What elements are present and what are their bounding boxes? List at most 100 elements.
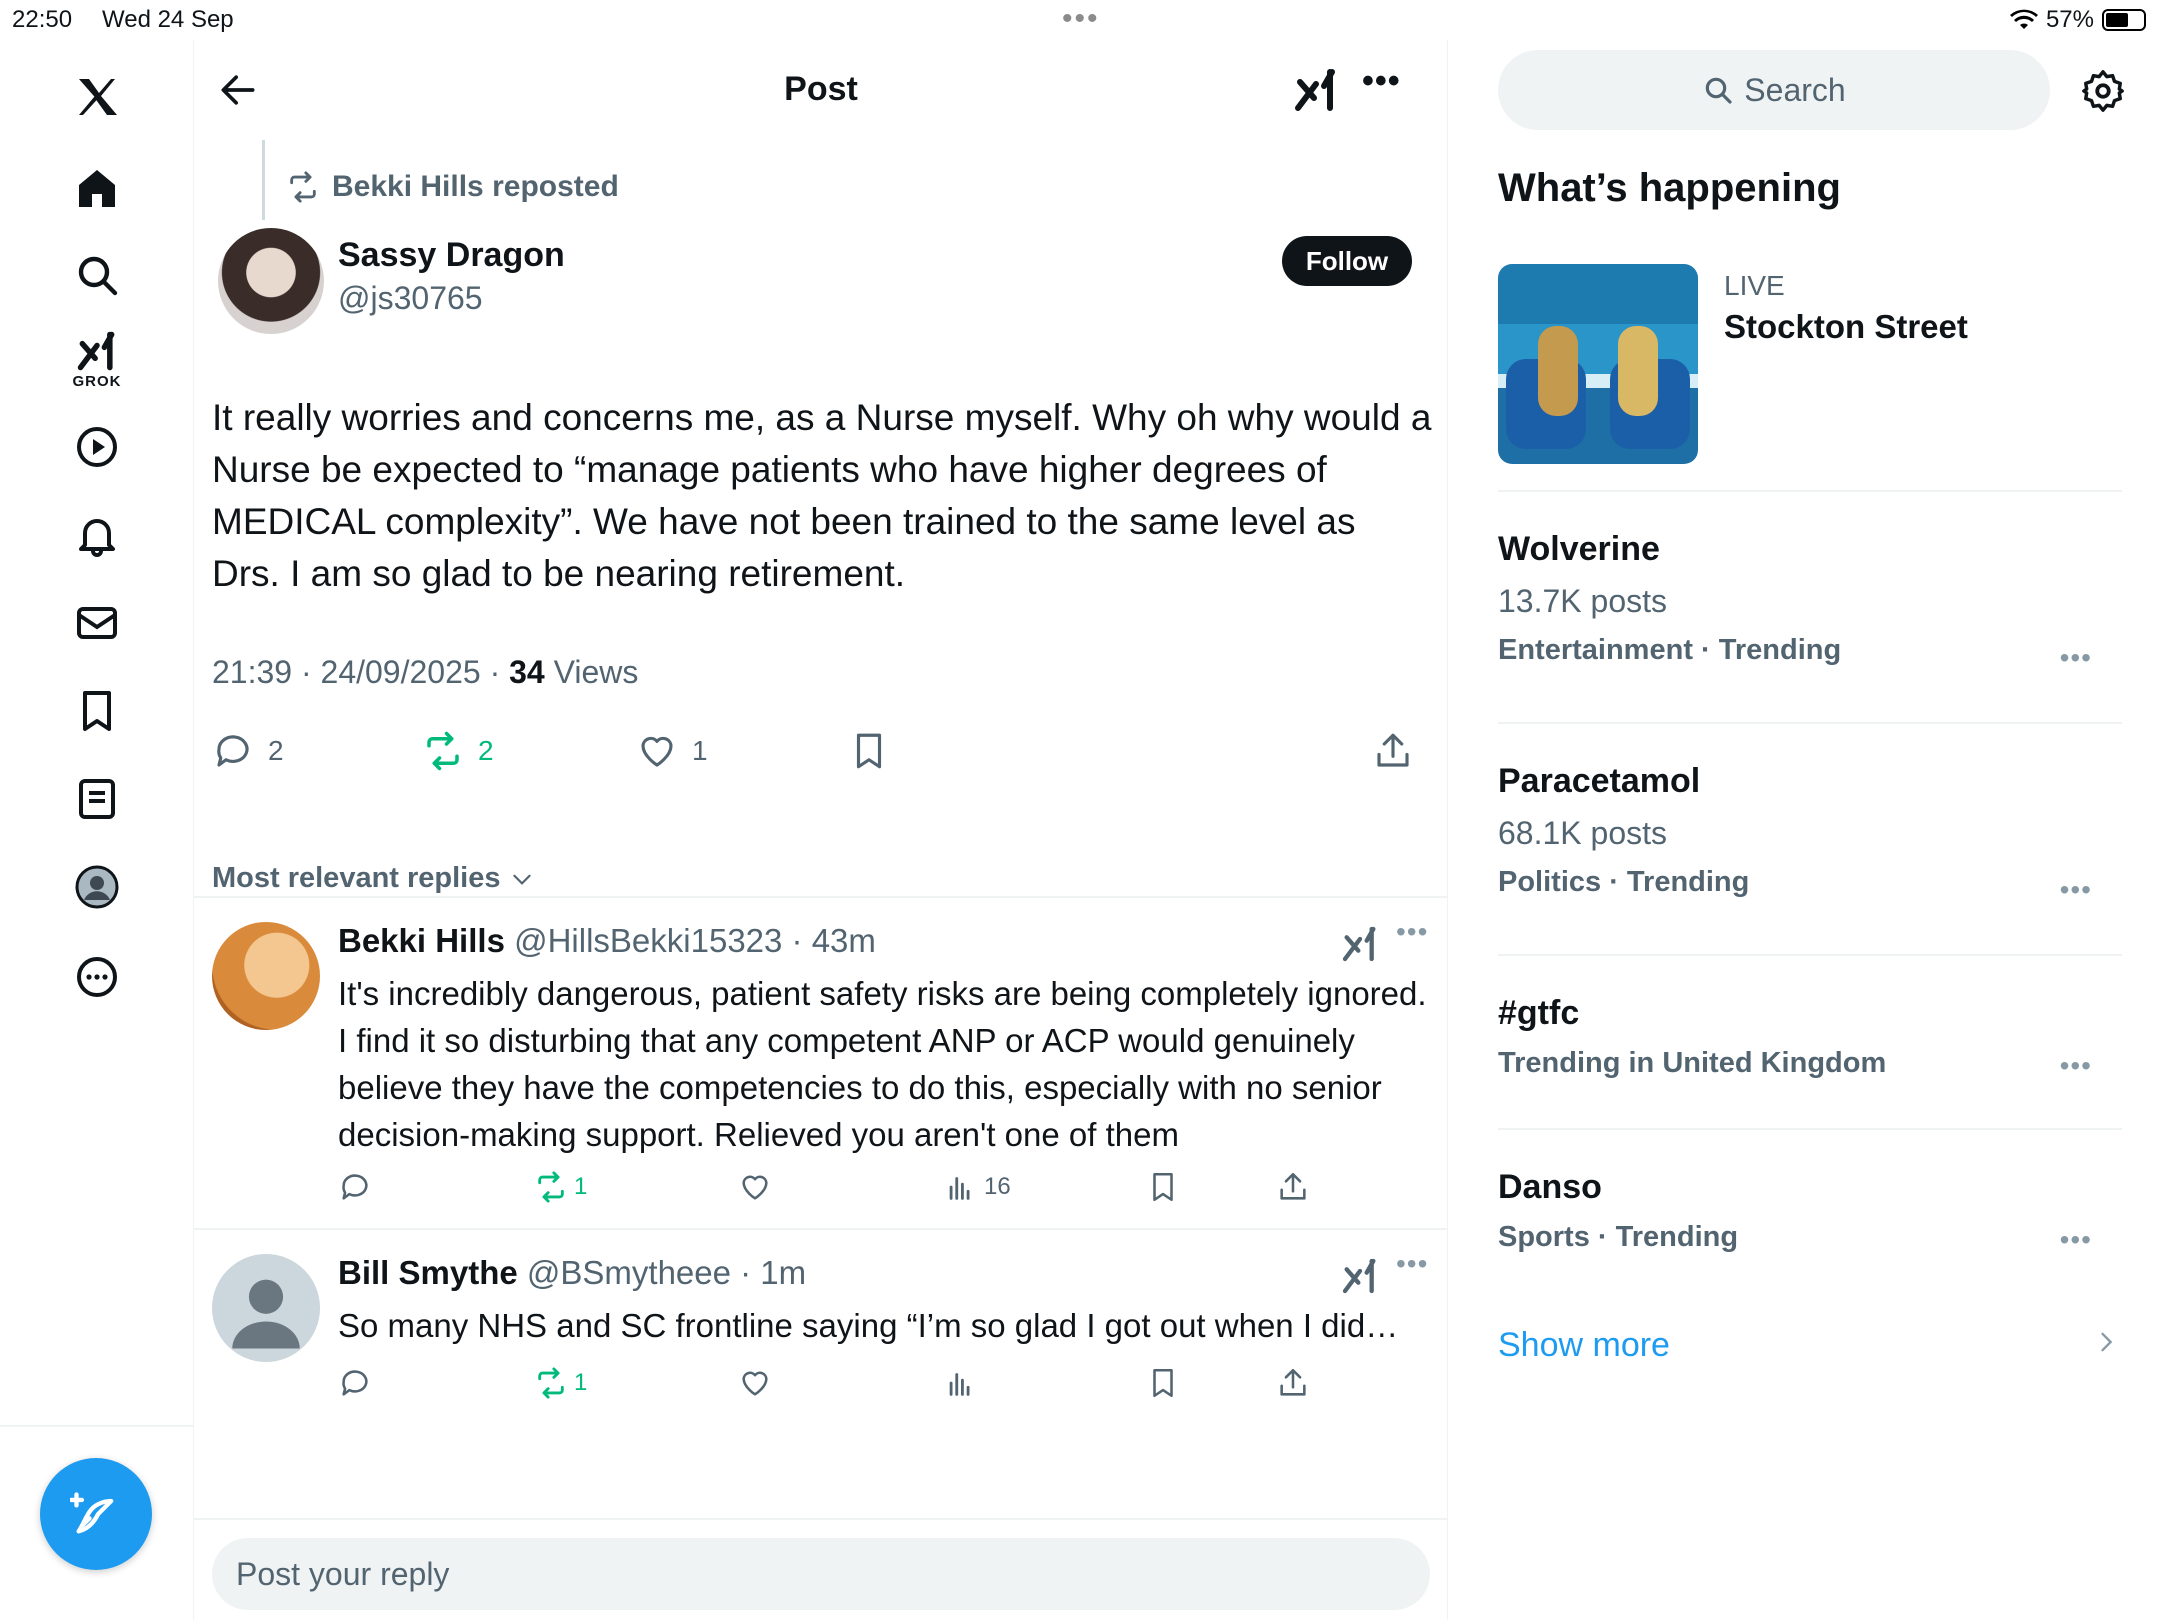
grok-icon[interactable] [1340, 1256, 1380, 1296]
compose-post-button[interactable] [40, 1458, 152, 1570]
bookmark-icon [1153, 1368, 1173, 1398]
follow-button[interactable]: Follow [1282, 236, 1412, 286]
share-action[interactable] [1372, 730, 1414, 772]
bookmark-action[interactable] [1146, 1366, 1180, 1400]
bookmark-action[interactable] [1146, 1170, 1180, 1204]
reply-bubble-icon [342, 1174, 368, 1200]
thread-connector [262, 140, 265, 220]
status-bar: 22:50 Wed 24 Sep ••• 57% [0, 0, 2160, 40]
trend-item[interactable]: #gtfc Trending in United Kingdom ••• [1498, 994, 2122, 1082]
status-date: Wed 24 Sep [102, 6, 234, 33]
share-action[interactable] [1276, 1366, 1310, 1400]
x-logo-icon[interactable] [62, 62, 132, 132]
reply-avatar[interactable] [212, 922, 320, 1030]
reply-action[interactable] [338, 1170, 372, 1204]
author-avatar[interactable] [218, 228, 324, 334]
live-event-title[interactable]: Stockton Street [1724, 308, 1968, 346]
reply-author-name[interactable]: Bill Smythe [338, 1254, 518, 1291]
reply-header: Bill Smythe @BSmytheee · 1m [338, 1254, 806, 1292]
lists-icon[interactable] [62, 764, 132, 834]
status-time: 22:50 [12, 6, 73, 33]
grok-icon[interactable] [1292, 66, 1340, 114]
trend-more-icon[interactable]: ••• [2060, 1224, 2092, 1256]
grok-icon[interactable] [1340, 924, 1380, 964]
trend-more-icon[interactable]: ••• [2060, 1050, 2092, 1082]
trend-more-icon[interactable]: ••• [2060, 874, 2092, 906]
repost-action[interactable]: 1 [534, 1170, 587, 1204]
like-action[interactable] [738, 1170, 772, 1204]
like-action[interactable] [738, 1366, 772, 1400]
post-detail-column: Post ••• Bekki Hills reposted Sassy Drag… [194, 40, 1448, 1620]
trend-more-icon[interactable]: ••• [2060, 642, 2092, 674]
show-more-link[interactable]: Show more [1498, 1326, 1670, 1365]
bookmark-icon [856, 733, 882, 769]
home-icon[interactable] [62, 154, 132, 224]
repost-icon [427, 731, 459, 771]
author-name[interactable]: Sassy Dragon [338, 236, 565, 275]
reply-avatar-default[interactable] [212, 1254, 320, 1362]
repost-action[interactable]: 1 [534, 1366, 587, 1400]
share-action[interactable] [1276, 1170, 1310, 1204]
live-event-thumbnail[interactable] [1498, 264, 1698, 464]
multitasking-dots-icon[interactable]: ••• [1062, 2, 1100, 36]
profile-avatar-icon[interactable] [62, 852, 132, 922]
video-play-icon[interactable] [62, 412, 132, 482]
post-header: Post ••• [194, 40, 1448, 140]
reply-action[interactable] [338, 1366, 372, 1400]
reply-action[interactable]: 2 [212, 730, 284, 772]
like-action[interactable]: 1 [636, 730, 708, 772]
bookmark-action[interactable] [848, 730, 890, 772]
reply-more-icon[interactable]: ••• [1396, 916, 1428, 948]
repost-icon [290, 171, 316, 203]
thumbnail-person-left [1538, 326, 1578, 416]
search-placeholder: Search [1744, 71, 1846, 108]
trend-item[interactable]: Wolverine 13.7K posts Entertainment · Tr… [1498, 530, 2122, 673]
chevron-right-icon[interactable] [2092, 1328, 2120, 1356]
trend-category: Sports · Trending [1498, 1221, 1739, 1253]
share-upload-icon [1377, 733, 1409, 767]
more-options-icon[interactable] [62, 942, 132, 1012]
status-indicators: 57% [2009, 6, 2146, 34]
trend-category: Politics · Trending [1498, 866, 1750, 898]
reply-handle-time: @HillsBekki15323 · 43m [504, 922, 876, 959]
messages-envelope-icon[interactable] [62, 588, 132, 658]
reply-actions: 1 16 [338, 1170, 1338, 1210]
views-action[interactable]: 16 [944, 1170, 1011, 1204]
replies-sort-label: Most relevant replies [212, 862, 501, 894]
more-options-icon[interactable]: ••• [1362, 62, 1401, 101]
trend-item[interactable]: Danso Sports · Trending ••• [1498, 1168, 2122, 1256]
repost-icon [538, 1367, 564, 1399]
notifications-bell-icon[interactable] [62, 500, 132, 570]
reply-actions: 1 [338, 1366, 1338, 1406]
explore-search-icon[interactable] [62, 240, 132, 310]
trend-category: Trending in United Kingdom [1498, 1047, 1887, 1079]
reply-input[interactable]: Post your reply [212, 1538, 1430, 1610]
reply-handle-time: @BSmytheee · 1m [517, 1254, 807, 1291]
replies-sort-dropdown[interactable]: Most relevant replies [212, 862, 535, 895]
page-title: Post [784, 70, 858, 108]
battery-percent: 57% [2045, 6, 2094, 33]
reply-count: 2 [268, 735, 284, 766]
rail-divider [0, 1425, 194, 1427]
search-input[interactable]: Search [1498, 50, 2050, 130]
bookmarks-icon[interactable] [62, 676, 132, 746]
analytics-bars-icon [949, 1177, 970, 1200]
trend-item[interactable]: Paracetamol 68.1K posts Politics · Trend… [1498, 762, 2122, 905]
divider [1498, 1128, 2122, 1130]
repost-context[interactable]: Bekki Hills reposted [286, 170, 619, 204]
grok-icon [77, 331, 115, 370]
settings-gear-icon[interactable] [2080, 68, 2126, 114]
reply-item[interactable]: Bill Smythe @BSmytheee · 1m ••• So many … [194, 1230, 1448, 1430]
repost-count: 1 [574, 1173, 588, 1200]
grok-nav-item[interactable]: GROK [62, 324, 132, 394]
chevron-down-icon [512, 874, 531, 885]
share-upload-icon [1280, 1172, 1306, 1200]
author-handle[interactable]: @js30765 [338, 280, 483, 317]
analytics-bars-icon [949, 1373, 970, 1396]
views-action[interactable] [944, 1366, 978, 1400]
post-meta: 21:39 · 24/09/2025 · 34 Views [212, 654, 638, 691]
reply-author-name[interactable]: Bekki Hills [338, 922, 505, 959]
reply-item[interactable]: Bekki Hills @HillsBekki15323 · 43m ••• I… [194, 898, 1448, 1228]
repost-action[interactable]: 2 [422, 730, 494, 772]
reply-more-icon[interactable]: ••• [1396, 1248, 1428, 1280]
